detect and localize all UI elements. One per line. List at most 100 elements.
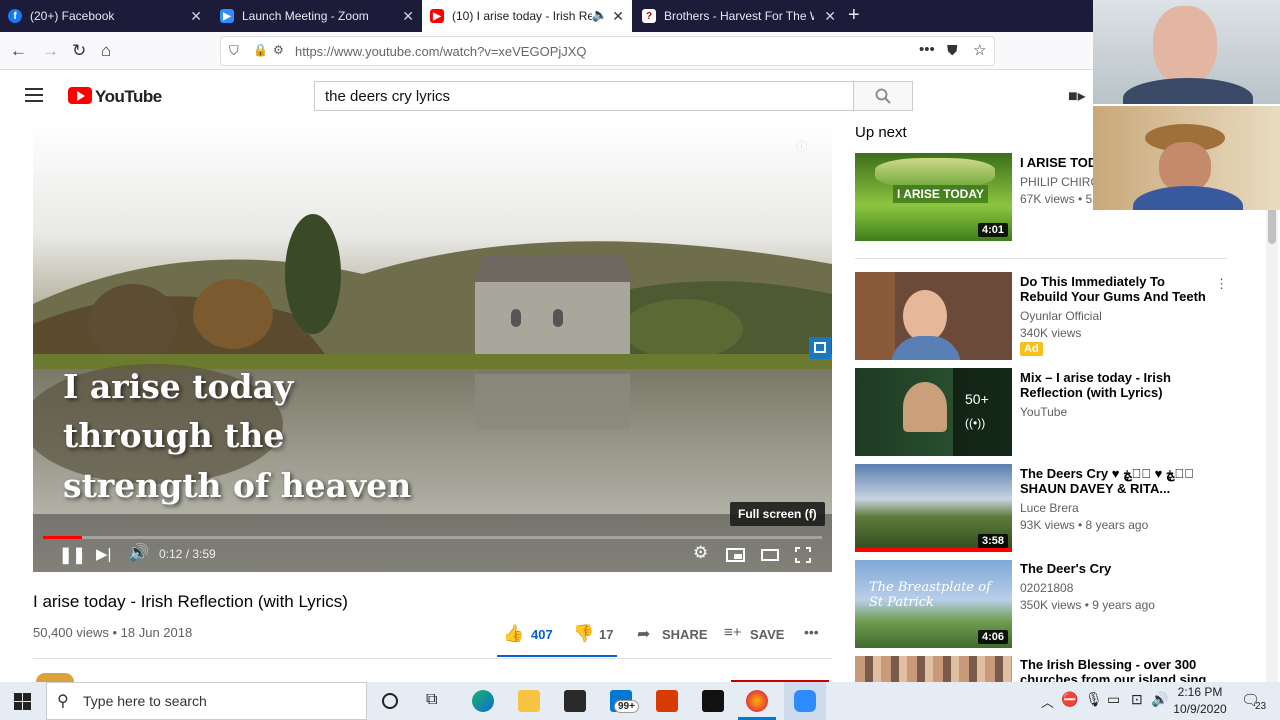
sidebar-channel-name[interactable]: 02021808 [1020,581,1073,595]
thumbnail-field [875,158,995,188]
search-button[interactable] [853,81,913,111]
sidebar-channel-name[interactable]: Luce Brera [1020,501,1079,515]
firefox-icon[interactable] [746,690,768,712]
video-thumbnail[interactable]: I ARISE TODAY 4:01 [855,153,1012,241]
save-playlist-icon[interactable]: ≡+ [724,624,742,641]
shield-icon[interactable]: ⛉ [229,43,239,59]
create-video-icon[interactable]: ■▸ [1068,86,1086,106]
more-options-icon[interactable]: ⋮ [1215,276,1228,292]
url-text[interactable]: https://www.youtube.com/watch?v=xeVEGOPj… [295,44,587,59]
video-thumbnail[interactable]: 3:58 [855,464,1012,552]
video-thumbnail[interactable]: The Breastplate of St Patrick 4:06 [855,560,1012,648]
file-explorer-icon[interactable] [518,690,540,712]
more-options-icon[interactable]: ••• [804,624,819,640]
close-tab-icon[interactable]: ✕ [190,8,202,25]
forward-icon[interactable]: → [42,41,59,61]
clock-date[interactable]: 10/9/2020 [1170,702,1230,716]
permissions-icon[interactable]: ⚙ [273,43,284,57]
microphone-icon[interactable]: 🎙 [1085,691,1103,708]
video-thumbnail[interactable]: 50+ ((•)) [855,368,1012,456]
close-tab-icon[interactable]: ✕ [612,8,624,25]
tab-youtube[interactable]: ▶ (10) I arise today - Irish Refle 🔈 ✕ [422,0,632,32]
share-button[interactable]: SHARE [662,627,708,642]
reload-icon[interactable]: ↻ [72,41,86,61]
watched-progress [855,548,1012,552]
sidebar-channel-name[interactable]: Oyunlar Official [1020,309,1102,323]
scrollbar-thumb[interactable] [1268,204,1276,244]
back-icon[interactable]: ← [10,41,27,61]
close-tab-icon[interactable]: ✕ [824,8,836,25]
sidebar-video-title[interactable]: The Irish Blessing - over 300 churches f… [1020,657,1215,683]
end-screen-icon[interactable] [809,337,831,359]
tab-facebook[interactable]: f (20+) Facebook ✕ [0,0,210,32]
speaker-icon[interactable]: 🔈 [592,7,608,23]
miniplayer-icon[interactable] [726,548,745,562]
tray-expand-icon[interactable]: ︿ [1041,692,1054,711]
task-view-icon[interactable]: ⧉ [426,691,437,709]
windows-start-icon[interactable] [14,693,31,710]
battery-icon[interactable]: ▭ [1107,691,1120,708]
sidebar-channel-name[interactable]: YouTube [1020,405,1067,419]
clock-time[interactable]: 2:16 PM [1170,685,1230,699]
sidebar-video-title[interactable]: I ARISE TODA [1020,155,1095,170]
security-tray-icon[interactable]: ⛔ [1061,691,1078,708]
taskbar-search-box[interactable]: ⚲ Type here to search [46,682,367,720]
settings-icon[interactable]: ⚙ [693,543,708,563]
sidebar-channel-name[interactable]: PHILIP CHIRC [1020,175,1095,189]
video-thumbnail[interactable] [855,656,1012,682]
zoom-taskbar-button[interactable] [784,682,826,720]
menu-icon[interactable] [25,88,43,102]
progress-bar[interactable] [43,536,822,539]
youtube-icon: ▶ [430,9,444,23]
youtube-logo-text[interactable]: YouTube [95,87,162,107]
bookmark-star-icon[interactable]: ☆ [973,41,986,59]
zoom-participant-video[interactable] [1093,0,1280,104]
video-thumbnail[interactable] [855,272,1012,360]
duration-badge: 4:01 [977,223,1008,237]
media-app-icon[interactable] [702,690,724,712]
edge-icon[interactable] [472,690,494,712]
like-count[interactable]: 407 [531,627,553,642]
pocket-icon[interactable]: ⛊ [947,42,958,59]
theater-mode-icon[interactable] [761,549,779,561]
info-icon[interactable]: ⓘ [796,138,807,154]
video-player[interactable]: I arise today through the strength of he… [33,124,832,572]
pause-icon[interactable]: ❚❚ [59,545,86,565]
volume-icon[interactable]: 🔊 [128,543,149,563]
sidebar-video-title[interactable]: The Deer's Cry [1020,561,1215,576]
sidebar-video-title[interactable]: Mix – I arise today - Irish Reflection (… [1020,370,1215,400]
sidebar-video-stats: 67K views • 5 [1020,192,1093,206]
office-icon[interactable] [656,690,678,712]
url-bar[interactable]: ⛉ 🔒 ⚙ https://www.youtube.com/watch?v=xe… [220,36,995,66]
time-display: 0:12 / 3:59 [159,547,216,561]
brothers-icon: ? [642,9,656,23]
save-button[interactable]: SAVE [750,627,784,642]
youtube-logo-icon[interactable] [68,87,92,104]
network-icon[interactable]: ⊡ [1131,691,1143,708]
lock-icon[interactable]: 🔒 [253,43,268,57]
sidebar-video-title[interactable]: The Deers Cry ♥ ڰۣڿ ♥ ڰۣڿ SHAUN DAVEY & … [1020,466,1215,496]
fullscreen-icon[interactable] [795,547,811,563]
more-actions-icon[interactable]: ••• [919,41,935,58]
home-icon[interactable]: ⌂ [101,41,111,61]
dislike-count[interactable]: 17 [599,627,613,642]
presenter-face [903,290,947,342]
browser-nav-bar: ← → ↻ ⌂ ⛉ 🔒 ⚙ https://www.youtube.com/wa… [0,32,1280,70]
tab-zoom[interactable]: ▶ Launch Meeting - Zoom ✕ [212,0,422,32]
volume-tray-icon[interactable]: 🔊 [1151,691,1168,708]
zoom-participant-video[interactable] [1093,106,1280,210]
dislike-icon[interactable]: 👎 [573,624,594,644]
tab-title: (10) I arise today - Irish Refle [452,9,592,23]
new-tab-icon[interactable]: + [848,4,860,27]
close-tab-icon[interactable]: ✕ [402,8,414,25]
share-icon[interactable]: ➦ [637,624,650,644]
cortana-icon[interactable] [382,693,398,709]
store-icon[interactable] [564,690,586,712]
next-icon[interactable]: ▶| [96,545,111,563]
like-icon[interactable]: 👍 [503,624,524,644]
mix-icon: ((•)) [965,416,986,430]
channel-avatar[interactable] [36,673,74,682]
sidebar-video-title[interactable]: Do This Immediately To Rebuild Your Gums… [1020,274,1215,304]
search-input[interactable]: the deers cry lyrics [314,81,854,111]
tab-brothers[interactable]: ? Brothers - Harvest For The Wor ✕ [634,0,844,32]
